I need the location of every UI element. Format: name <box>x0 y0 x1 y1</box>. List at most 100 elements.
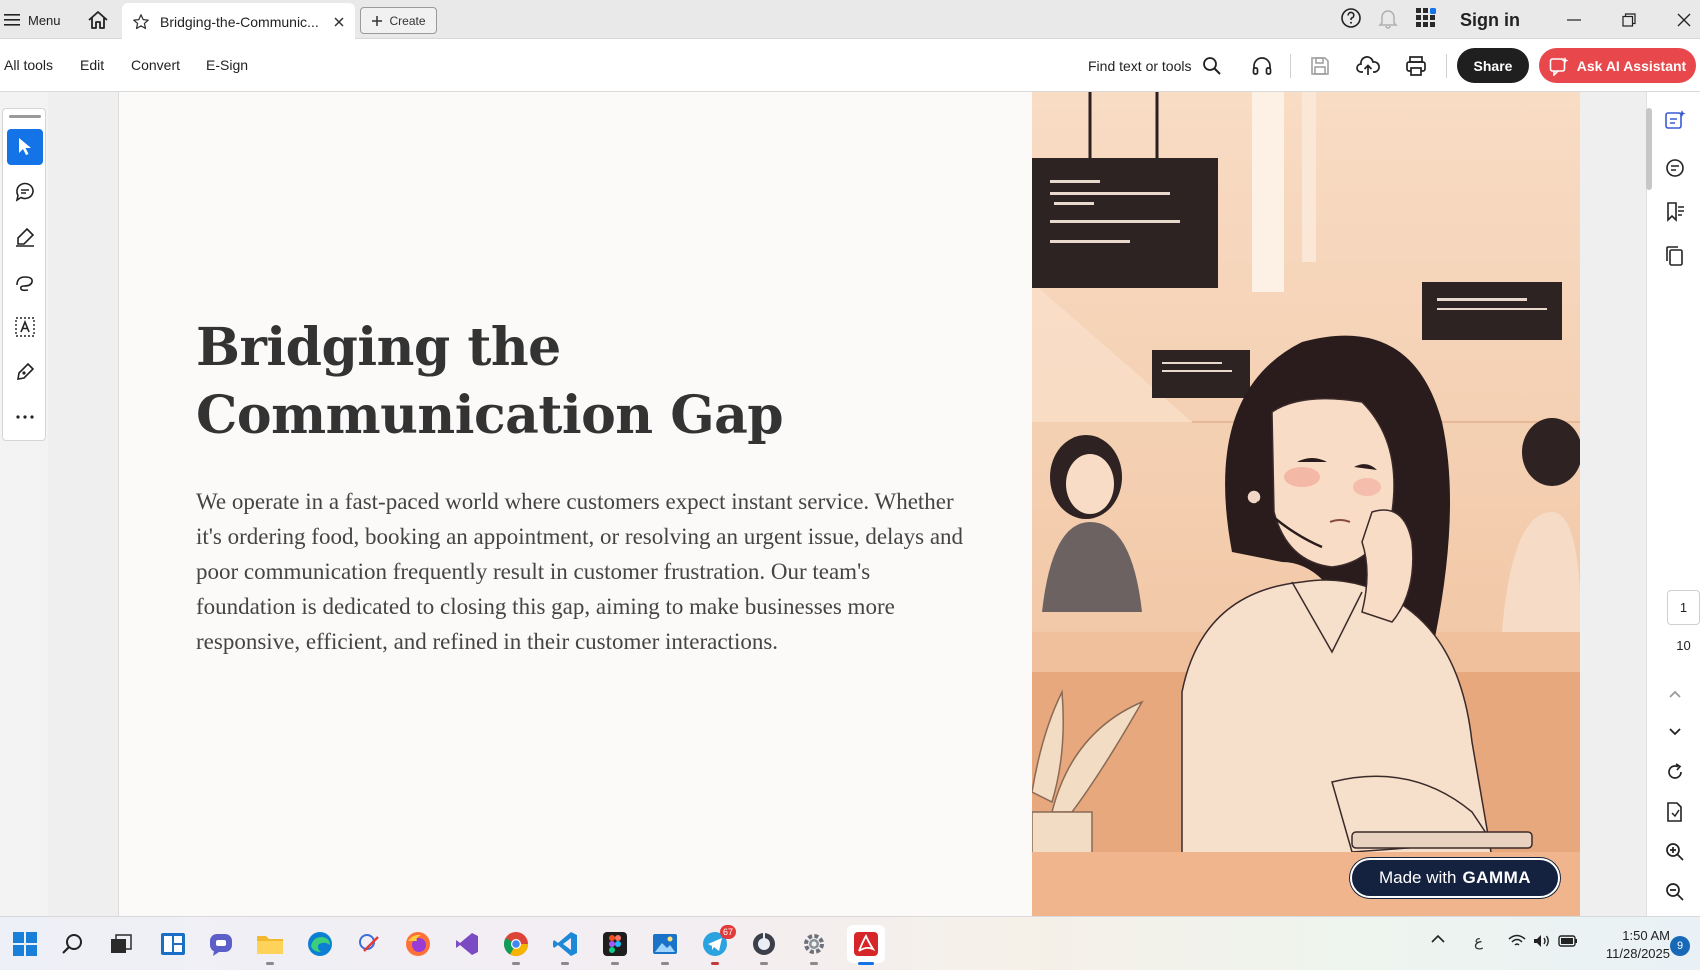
sign-in-button[interactable]: Sign in <box>1460 10 1520 31</box>
help-button[interactable] <box>1340 7 1362 29</box>
bell-icon <box>1378 10 1398 29</box>
show-hidden-icons-button[interactable] <box>1430 933 1446 948</box>
volume-icon <box>1534 935 1549 947</box>
clock-time: 1:50 AM <box>1622 928 1670 943</box>
upload-button[interactable] <box>1355 53 1381 79</box>
comment-tool[interactable] <box>7 174 43 210</box>
badge-brand: GAMMA <box>1462 868 1532 887</box>
ai-panel-button[interactable] <box>1661 106 1689 134</box>
volume-button[interactable] <box>1533 934 1551 951</box>
windows-taskbar: 67 ع 1:50 AM 11/28/2025 9 <box>0 916 1700 970</box>
comments-panel-button[interactable] <box>1661 154 1689 182</box>
apps-button[interactable] <box>1415 7 1437 29</box>
more-icon <box>16 415 34 419</box>
edge-button[interactable] <box>305 929 335 959</box>
save-button[interactable] <box>1307 53 1333 79</box>
task-view-button[interactable] <box>106 929 136 959</box>
page-title: Bridging the Communication Gap <box>196 317 784 446</box>
create-button[interactable]: Create <box>360 7 437 34</box>
ai-assistant-button[interactable]: Ask AI Assistant <box>1539 48 1696 83</box>
comments-icon <box>1666 159 1684 177</box>
figma-button[interactable] <box>600 929 630 959</box>
find-text-tools[interactable]: Find text or tools <box>1088 56 1222 76</box>
home-button[interactable] <box>86 8 110 32</box>
help-icon <box>1341 8 1361 28</box>
search-taskbar-button[interactable] <box>58 929 88 959</box>
comment-icon <box>15 182 34 202</box>
sketch-app-button[interactable] <box>354 929 384 959</box>
highlighter-icon <box>16 227 35 247</box>
system-tool-button[interactable] <box>749 929 779 959</box>
made-with-gamma-badge[interactable]: Made with GAMMA <box>1350 858 1560 898</box>
draw-app-icon <box>359 934 379 952</box>
freehand-icon <box>16 276 33 292</box>
edit-menu[interactable]: Edit <box>80 57 104 73</box>
headphones-icon <box>1252 57 1272 75</box>
read-aloud-button[interactable] <box>1249 53 1275 79</box>
current-page-input[interactable]: 1 <box>1667 590 1700 625</box>
badge-prefix: Made with <box>1378 868 1457 887</box>
rotate-button[interactable] <box>1661 758 1689 786</box>
text-box-icon <box>15 317 35 337</box>
quick-tools-rail <box>2 108 46 441</box>
print-button[interactable] <box>1403 53 1429 79</box>
running-indicator <box>711 962 719 965</box>
ai-assistant-icon <box>1549 56 1569 76</box>
chevron-up-icon <box>1669 690 1681 698</box>
star-icon[interactable] <box>132 13 150 31</box>
page-up-button[interactable] <box>1661 680 1689 708</box>
illustration-image: Made with GAMMA <box>1032 92 1580 916</box>
start-button[interactable] <box>10 929 40 959</box>
firefox-button[interactable] <box>403 929 433 959</box>
bookmarks-panel-button[interactable] <box>1661 198 1689 226</box>
telegram-button[interactable]: 67 <box>700 925 736 959</box>
chrome-button[interactable] <box>501 929 531 959</box>
highlight-tool[interactable] <box>7 219 43 255</box>
acrobat-button[interactable] <box>847 925 885 963</box>
sign-tool[interactable] <box>7 354 43 390</box>
toolbar-divider <box>1290 54 1291 78</box>
wifi-button[interactable] <box>1508 934 1526 951</box>
select-tool[interactable] <box>7 129 43 165</box>
tab-title: Bridging-the-Communic... <box>160 13 319 30</box>
notification-center-badge[interactable]: 9 <box>1670 936 1690 956</box>
page-display-button[interactable] <box>1661 798 1689 826</box>
right-panel-rail <box>1646 92 1700 916</box>
document-tab[interactable]: Bridging-the-Communic... <box>122 3 355 40</box>
esign-menu[interactable]: E-Sign <box>206 57 248 73</box>
settings-button[interactable] <box>799 929 829 959</box>
close-window-button[interactable] <box>1672 8 1696 32</box>
vertical-scrollbar[interactable] <box>1646 108 1652 190</box>
search-icon <box>62 934 82 954</box>
photos-button[interactable] <box>650 929 680 959</box>
more-tools-button[interactable] <box>7 399 43 435</box>
chrome-icon <box>503 932 528 957</box>
telegram-unread-badge: 67 <box>720 925 736 939</box>
widgets-button[interactable] <box>158 929 188 959</box>
zoom-out-button[interactable] <box>1661 878 1689 906</box>
minimize-button[interactable] <box>1562 8 1586 32</box>
vscode-button[interactable] <box>550 929 580 959</box>
teams-chat-button[interactable] <box>206 929 236 959</box>
photos-icon <box>653 934 677 954</box>
page-down-button[interactable] <box>1661 718 1689 746</box>
share-button[interactable]: Share <box>1457 48 1529 83</box>
menu-button[interactable]: Menu <box>4 8 61 32</box>
convert-menu[interactable]: Convert <box>131 57 180 73</box>
zoom-in-button[interactable] <box>1661 838 1689 866</box>
pages-panel-button[interactable] <box>1661 242 1689 270</box>
rail-drag-handle[interactable] <box>9 115 41 118</box>
all-tools-menu[interactable]: All tools <box>4 57 53 73</box>
ai-assistant-label: Ask AI Assistant <box>1576 57 1687 74</box>
close-tab-icon[interactable] <box>333 16 345 28</box>
restore-button[interactable] <box>1617 8 1641 32</box>
visual-studio-button[interactable] <box>452 929 482 959</box>
file-explorer-button[interactable] <box>255 929 285 959</box>
clock[interactable]: 1:50 AM 11/28/2025 <box>1570 927 1670 963</box>
text-tool[interactable] <box>7 309 43 345</box>
running-indicator <box>512 962 520 965</box>
notifications-button[interactable] <box>1378 7 1398 29</box>
input-language-indicator[interactable]: ع <box>1474 932 1483 950</box>
draw-tool[interactable] <box>7 264 43 300</box>
close-icon <box>1677 13 1691 27</box>
